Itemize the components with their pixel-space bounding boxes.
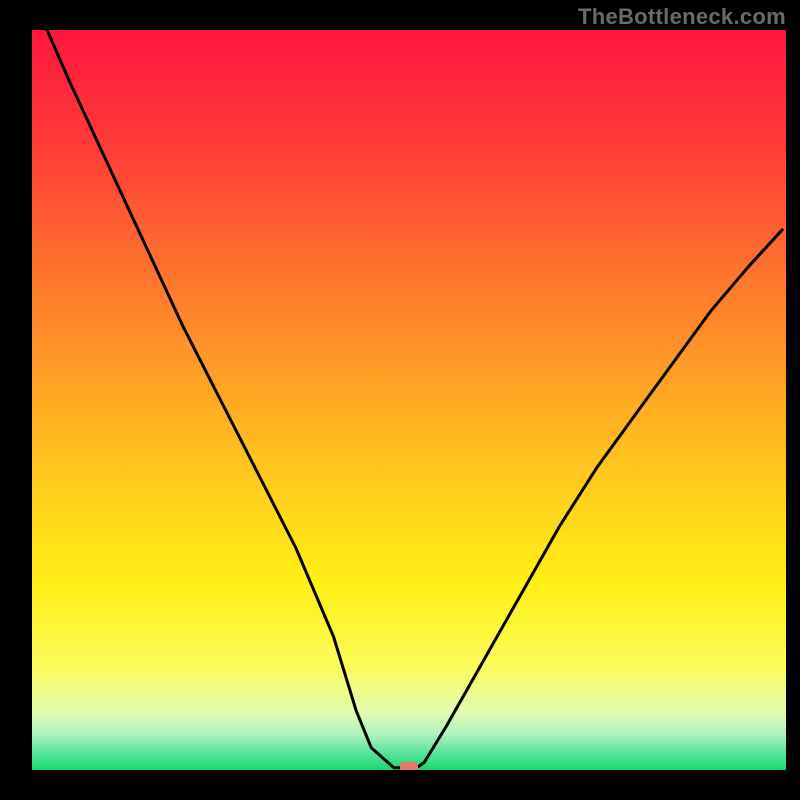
minimum-marker (400, 762, 418, 770)
watermark-text: TheBottleneck.com (578, 4, 786, 30)
gradient-background (32, 30, 786, 770)
plot-area (32, 30, 786, 770)
chart-container: TheBottleneck.com (0, 0, 800, 800)
plot-svg (32, 30, 786, 770)
